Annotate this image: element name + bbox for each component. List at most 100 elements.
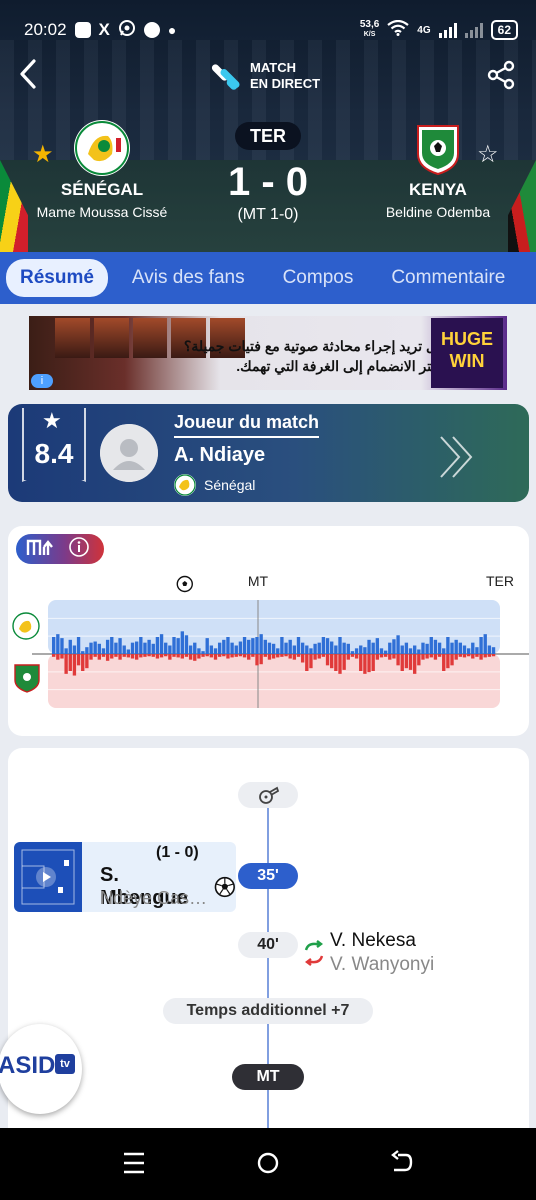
home-momentum-bar: [68, 639, 72, 654]
player-team-name: Sénégal: [204, 477, 256, 493]
away-momentum-bar: [379, 654, 384, 658]
goal-video-thumbnail[interactable]: [14, 842, 82, 912]
away-momentum-bar: [392, 654, 396, 659]
away-momentum-bar: [110, 654, 114, 659]
home-momentum-bar: [388, 642, 392, 654]
home-momentum-bar: [151, 643, 155, 654]
menu-lines-icon: [124, 1152, 144, 1174]
home-momentum-bar: [342, 642, 346, 654]
away-momentum-bar: [487, 654, 492, 657]
tab-compos[interactable]: Compos: [269, 259, 368, 297]
away-momentum-bar: [267, 654, 272, 660]
home-momentum-bar: [147, 639, 151, 654]
away-momentum-bar: [342, 654, 346, 670]
home-momentum-bar: [317, 642, 321, 654]
away-momentum-bar: [180, 654, 184, 659]
tab-résumé[interactable]: Résumé: [6, 259, 108, 297]
home-momentum-bar: [446, 636, 450, 654]
home-momentum-bar: [197, 648, 201, 654]
tab-avis-des-fans[interactable]: Avis des fans: [118, 259, 259, 297]
home-team-crest-icon: [12, 612, 40, 640]
ad-win-line1: HUGE: [440, 329, 493, 349]
momentum-icon: [26, 537, 56, 562]
away-momentum-bar: [408, 654, 413, 670]
home-momentum-bar: [139, 636, 143, 654]
away-momentum-bar: [383, 654, 388, 657]
away-team[interactable]: KENYA Beldine Odemba: [338, 120, 536, 220]
notification-dot-icon: [143, 22, 160, 38]
home-momentum-bar: [164, 642, 168, 654]
status-time: 20:02: [24, 20, 67, 39]
ad-win-line2: WIN: [449, 351, 485, 371]
home-button[interactable]: [256, 1150, 280, 1181]
home-momentum-bar: [288, 639, 292, 654]
away-momentum-bar: [81, 654, 85, 672]
share-button[interactable]: [486, 60, 516, 95]
home-momentum-bar: [222, 639, 226, 654]
top-nav: MATCH EN DIRECT: [0, 56, 536, 96]
recent-apps-button[interactable]: [122, 1150, 146, 1181]
tab-commentaire[interactable]: Commentaire: [377, 259, 519, 297]
timeline-axis: [267, 808, 269, 1148]
notification-app-icon: [74, 22, 91, 38]
home-momentum-bar: [321, 636, 326, 654]
home-team[interactable]: SÉNÉGAL Mame Moussa Cissé: [2, 120, 202, 220]
ad-text-line1: هل تريد إجراء محادثة صوتية مع فتيات جميل…: [183, 338, 444, 354]
away-momentum-bar: [350, 654, 355, 657]
away-momentum-bar: [367, 654, 371, 673]
away-momentum-bar: [305, 654, 309, 672]
network-speed: 53,6 K/S: [360, 20, 379, 40]
home-momentum-bar: [359, 645, 363, 654]
away-momentum-bar: [271, 654, 276, 659]
player-avatar: [100, 424, 158, 482]
away-momentum-bar: [400, 654, 404, 672]
rating-star-icon: ★: [42, 408, 62, 433]
away-momentum-bar: [93, 654, 97, 657]
home-momentum-bar: [130, 642, 135, 654]
away-momentum-bar: [442, 654, 446, 672]
home-momentum-bar: [487, 645, 492, 654]
home-momentum-bar: [437, 642, 442, 654]
ad-text: هل تريد إجراء محادثة صوتية مع فتيات جميل…: [179, 336, 444, 376]
ad-huge-win-image: HUGE WIN: [431, 318, 503, 388]
away-momentum-bar: [458, 654, 463, 657]
back-button[interactable]: [18, 58, 38, 96]
home-momentum-bar: [213, 648, 218, 654]
senegal-mini-crest-icon: [174, 474, 196, 496]
away-momentum-bar: [89, 654, 93, 660]
ad-text-line2: اختر الانضمام إلى الغرفة التي تهمك.: [236, 358, 444, 374]
home-momentum-bar: [101, 648, 106, 654]
home-momentum-bar: [413, 645, 417, 654]
away-momentum-bar: [433, 654, 438, 660]
away-momentum-bar: [114, 654, 118, 657]
goal-event-card[interactable]: (1 - 0) S. Mbengue Ndèye Cas…: [14, 842, 236, 912]
home-momentum-bar: [134, 641, 139, 654]
away-momentum-bar: [338, 654, 342, 674]
momentum-badge[interactable]: [16, 534, 104, 564]
halftime-pill: MT: [232, 1064, 304, 1090]
home-momentum-bar: [267, 642, 272, 654]
away-momentum-bar: [425, 654, 429, 659]
sub-player-out[interactable]: V. Wanyonyi: [330, 954, 434, 976]
home-momentum-bar: [433, 639, 438, 654]
player-of-the-match-card[interactable]: ★ 8.4 Joueur du match A. Ndiaye Sénégal: [8, 404, 529, 502]
away-momentum-bar: [85, 654, 89, 669]
away-momentum-bar: [68, 654, 72, 672]
away-momentum-bar: [213, 654, 218, 660]
momentum-ht-label: MT: [248, 573, 269, 589]
away-momentum-bar: [296, 654, 301, 657]
asid-tv-floating-button[interactable]: ASID tv: [0, 1024, 82, 1114]
back-system-button[interactable]: [390, 1150, 414, 1181]
home-momentum-bar: [97, 643, 101, 654]
info-icon[interactable]: [68, 536, 90, 563]
ad-info-icon[interactable]: i: [31, 374, 53, 388]
home-momentum-bar: [234, 645, 238, 654]
away-momentum-bar: [101, 654, 106, 657]
away-momentum-bar: [421, 654, 425, 660]
away-momentum-bar: [354, 654, 359, 659]
home-momentum-bar: [400, 645, 404, 654]
sub-player-in[interactable]: V. Nekesa: [330, 930, 416, 952]
goal-marker-ball-icon: [176, 575, 193, 593]
advertisement-banner[interactable]: هل تريد إجراء محادثة صوتية مع فتيات جميل…: [29, 316, 507, 390]
soccer-ball-icon: [215, 876, 236, 898]
